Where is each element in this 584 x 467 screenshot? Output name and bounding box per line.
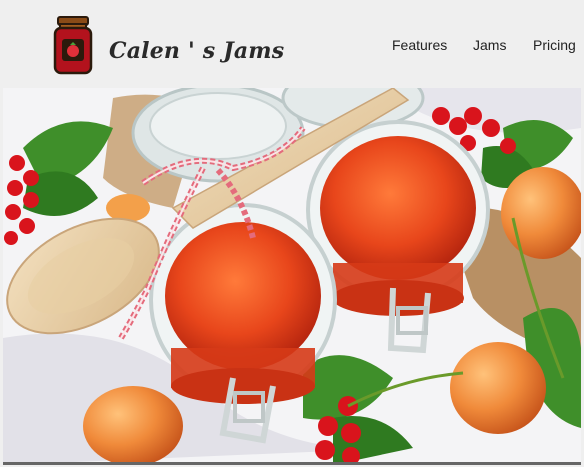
nav-pricing-link[interactable]: Pricing	[533, 37, 576, 53]
brand-name[interactable]: Calen ' s Jams	[109, 38, 284, 64]
nav-features-link[interactable]: Features	[392, 37, 447, 53]
site-header: Calen ' s Jams Features Jams Pricing	[0, 0, 584, 88]
jam-jar-icon[interactable]	[53, 15, 93, 75]
hero-image	[3, 88, 581, 465]
nav-jams-link[interactable]: Jams	[473, 37, 506, 53]
